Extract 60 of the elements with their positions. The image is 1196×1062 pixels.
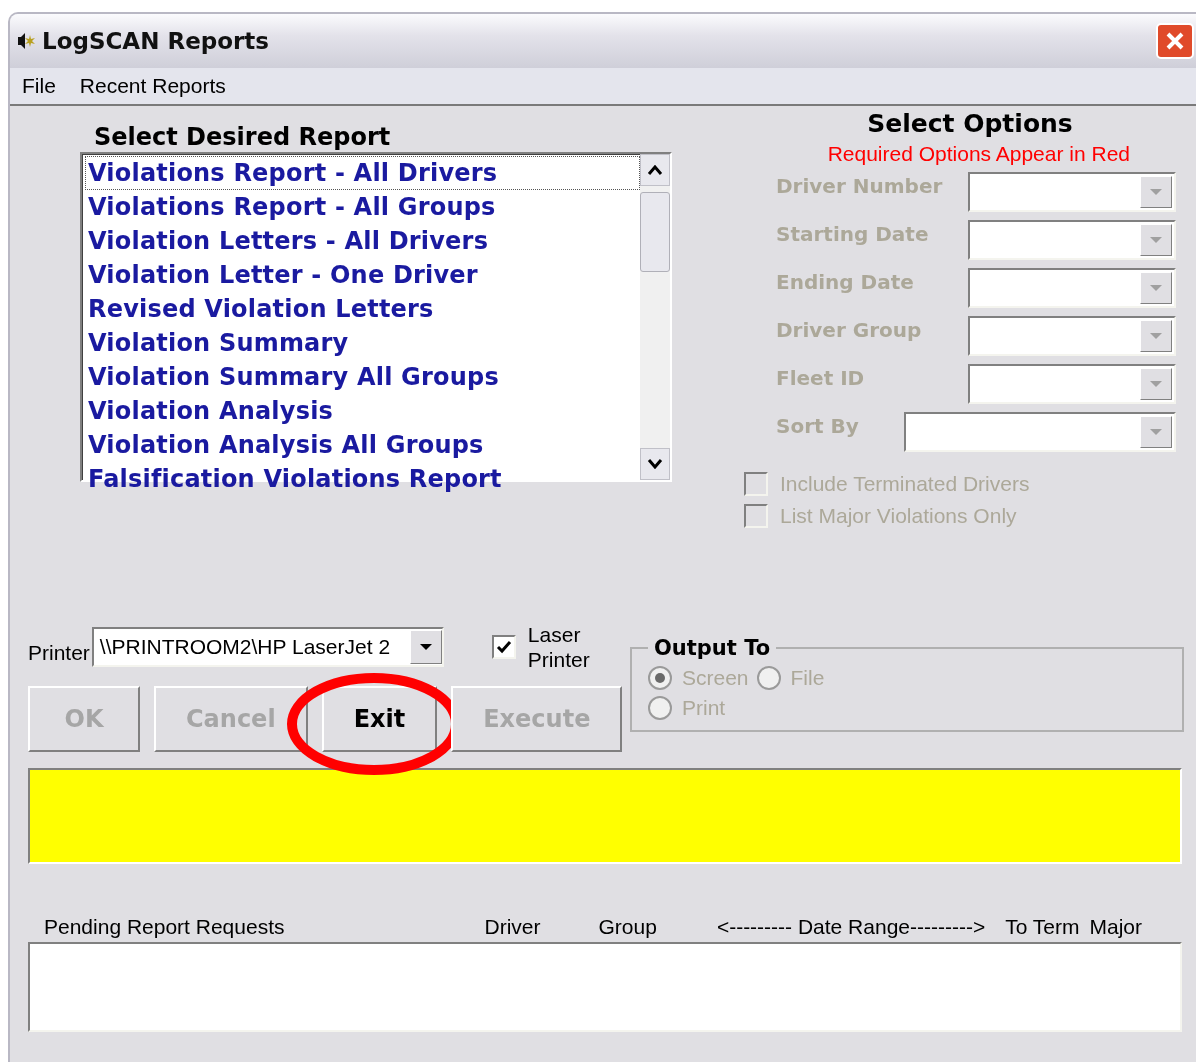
dropdown-arrow-icon — [1149, 188, 1163, 196]
report-item[interactable]: Violation Summary — [85, 326, 640, 360]
report-item[interactable]: Violations Report - All Groups — [85, 190, 640, 224]
radio-label: Screen — [682, 666, 749, 690]
scroll-up-button[interactable] — [640, 154, 670, 186]
option-dropdown[interactable] — [968, 172, 1176, 212]
report-list-heading: Select Desired Report — [94, 122, 392, 152]
option-dropdown[interactable] — [968, 220, 1176, 260]
printer-label: Printer — [28, 641, 90, 665]
report-item[interactable]: Violations Report - All Drivers — [85, 156, 640, 190]
scroll-down-button[interactable] — [640, 448, 670, 480]
report-item[interactable]: Violation Letters - All Drivers — [85, 224, 640, 258]
options-note: Required Options Appear in Red — [826, 141, 1130, 167]
menu-item[interactable]: Recent Reports — [79, 74, 226, 98]
column-header: Pending Report Requests — [44, 915, 285, 939]
window-title: LogSCAN Reports — [42, 28, 270, 54]
option-dropdown[interactable] — [968, 364, 1176, 404]
checkmark-icon — [494, 638, 513, 656]
dropdown-arrow-icon — [418, 643, 433, 651]
radio-label: Print — [682, 696, 726, 720]
printer-dropdown[interactable]: \\PRINTROOM2\HP LaserJet 2 — [91, 627, 444, 667]
app-icon — [16, 31, 38, 51]
options-heading: Select Options — [866, 108, 1074, 140]
scrollbar[interactable] — [640, 154, 670, 480]
close-button[interactable] — [1156, 23, 1194, 59]
column-header: To Term — [1005, 915, 1080, 939]
dropdown-arrow-icon — [1149, 332, 1163, 340]
checkbox-label: List Major Violations Only — [780, 504, 1017, 528]
dropdown-arrow-icon — [1149, 380, 1163, 388]
report-item[interactable]: Revised Violation Letters — [85, 292, 640, 326]
field-label: Starting Date — [776, 221, 929, 248]
field-label: Driver Group — [776, 317, 922, 344]
column-header: Group — [598, 915, 657, 939]
report-item[interactable]: Violation Summary All Groups — [85, 360, 640, 394]
option-dropdown[interactable] — [968, 268, 1176, 308]
report-item[interactable]: Falsification Violations Report — [85, 462, 640, 496]
laser-printer-checkbox[interactable] — [491, 635, 516, 659]
field-label: Sort By — [776, 413, 859, 440]
dropdown-arrow-icon — [1149, 284, 1163, 292]
field-label: Fleet ID — [776, 365, 865, 392]
field-label: Driver Number — [776, 173, 943, 200]
report-item[interactable]: Violation Letter - One Driver — [85, 258, 640, 292]
option-dropdown[interactable] — [904, 412, 1176, 452]
option-dropdown[interactable] — [968, 316, 1176, 356]
laser-printer-label: Laser Printer — [527, 622, 591, 672]
report-item[interactable]: Violation Analysis — [85, 394, 640, 428]
menu-item[interactable]: File — [22, 74, 56, 98]
column-header: Major — [1089, 915, 1143, 939]
scroll-thumb[interactable] — [640, 192, 670, 272]
close-icon — [1164, 30, 1186, 52]
dropdown-arrow-icon — [1149, 428, 1163, 436]
field-label: Ending Date — [776, 269, 914, 296]
column-header: Driver — [484, 915, 541, 939]
output-group-title: Output To — [653, 636, 772, 660]
report-item[interactable]: Violation Analysis All Groups — [85, 428, 640, 462]
checkbox-label: Include Terminated Drivers — [780, 472, 1030, 496]
action-button[interactable]: Exit — [321, 686, 438, 752]
dropdown-arrow-icon — [1149, 236, 1163, 244]
column-header: <--------- Date Range---------> — [716, 915, 986, 939]
radio-label: File — [790, 666, 825, 690]
